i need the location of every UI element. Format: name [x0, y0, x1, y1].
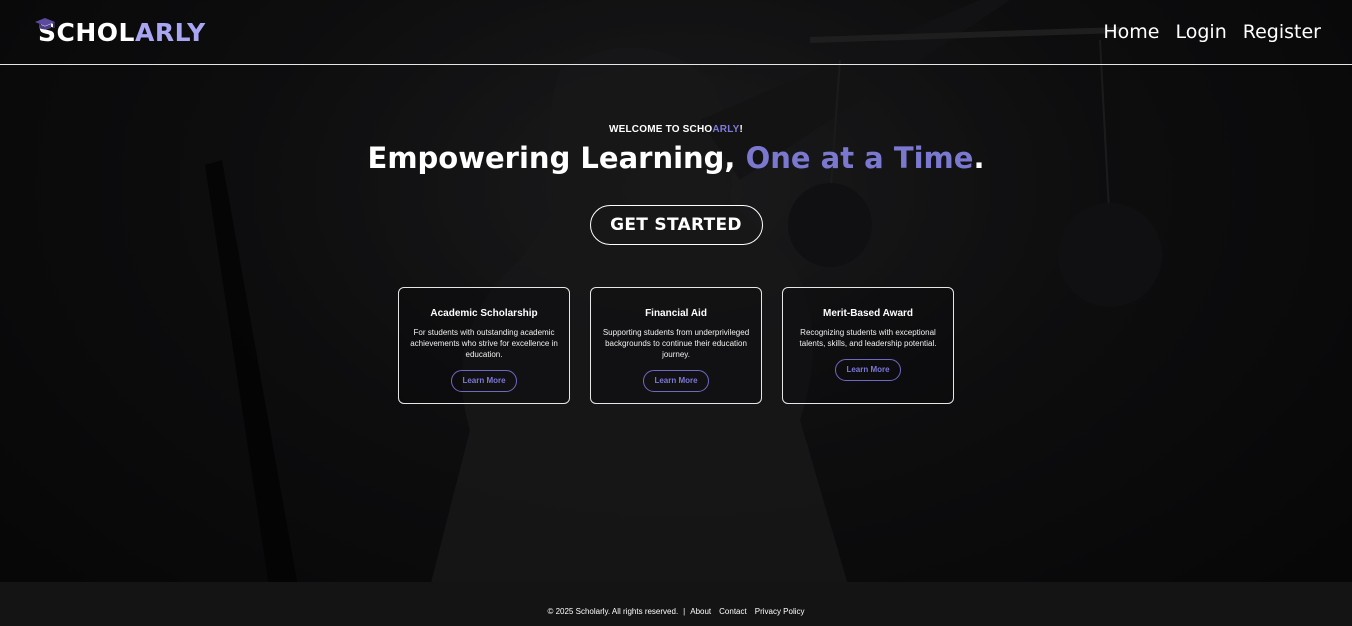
footer-copyright: © 2025 Scholarly. All rights reserved. [547, 607, 679, 616]
scholarship-cards: Academic Scholarship For students with o… [398, 287, 954, 404]
learn-more-button[interactable]: Learn More [451, 370, 517, 392]
footer-privacy-link[interactable]: Privacy Policy [755, 607, 805, 616]
headline-main: Empowering Learning, [367, 141, 746, 175]
welcome-text: WELCOME TO SCHOARLY! [0, 124, 1352, 135]
card-academic-scholarship: Academic Scholarship For students with o… [398, 287, 570, 404]
brand-logo[interactable]: SCHOL ARLY [35, 17, 206, 47]
footer-about-link[interactable]: About [690, 607, 711, 616]
hero-headline: Empowering Learning, One at a Time. [0, 141, 1352, 175]
brand-name-part2: ARLY [134, 17, 206, 47]
footer-separator: | [683, 607, 686, 616]
nav-register-link[interactable]: Register [1243, 21, 1321, 43]
card-title: Merit-Based Award [822, 308, 914, 319]
card-title: Academic Scholarship [430, 308, 538, 319]
navbar: SCHOL ARLY Home Login Register [0, 0, 1352, 65]
footer: © 2025 Scholarly. All rights reserved. |… [0, 582, 1352, 626]
learn-more-button[interactable]: Learn More [643, 370, 709, 392]
card-description: Supporting students from underprivileged… [602, 328, 750, 359]
nav-links: Home Login Register [1103, 21, 1321, 43]
graduation-cap-icon [34, 12, 56, 37]
card-title: Financial Aid [645, 308, 707, 319]
get-started-button[interactable]: GET STARTED [589, 205, 763, 245]
card-financial-aid: Financial Aid Supporting students from u… [590, 287, 762, 404]
footer-contact-link[interactable]: Contact [719, 607, 747, 616]
welcome-suffix: ! [739, 124, 743, 135]
nav-home-link[interactable]: Home [1103, 21, 1159, 43]
hero-section: WELCOME TO SCHOARLY! Empowering Learning… [0, 124, 1352, 245]
nav-login-link[interactable]: Login [1176, 21, 1227, 43]
card-merit-based-award: Merit-Based Award Recognizing students w… [782, 287, 954, 404]
welcome-accent: ARLY [712, 124, 740, 135]
learn-more-button[interactable]: Learn More [835, 359, 901, 381]
card-description: For students with outstanding academic a… [410, 328, 558, 359]
headline-end: . [973, 141, 985, 175]
card-description: Recognizing students with exceptional ta… [799, 328, 937, 348]
welcome-prefix: WELCOME TO SCHO [608, 124, 713, 135]
headline-accent: One at a Time [745, 141, 974, 175]
